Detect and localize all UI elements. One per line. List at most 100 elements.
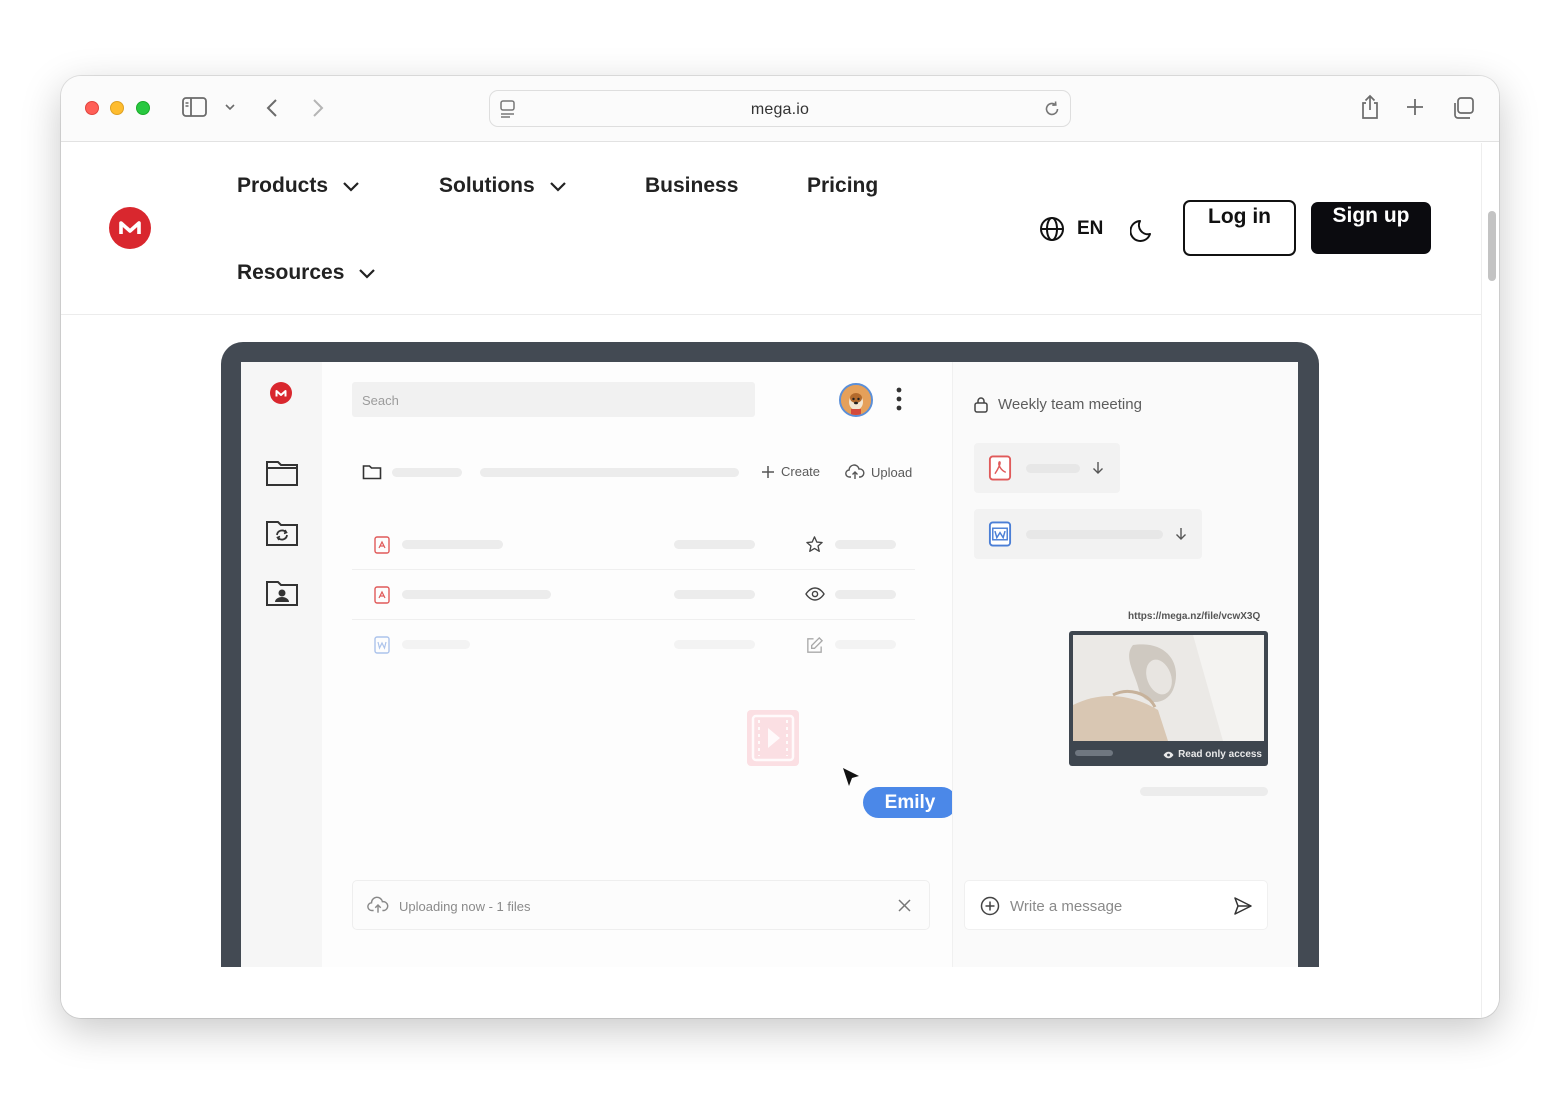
url-text: mega.io bbox=[750, 101, 810, 118]
placeholder-bar bbox=[835, 590, 896, 599]
mockup-chat-panel: Weekly team meeting https://mega.nz/file… bbox=[952, 362, 1298, 967]
nav-business-label: Business bbox=[645, 174, 739, 197]
chevron-down-icon[interactable] bbox=[224, 102, 236, 112]
placeholder-bar bbox=[1026, 530, 1163, 539]
login-button[interactable]: Log in bbox=[1183, 200, 1296, 256]
nav-products[interactable]: Products bbox=[237, 174, 360, 198]
upload-action: Upload bbox=[845, 464, 912, 480]
moon-icon bbox=[1129, 220, 1151, 242]
browser-window: mega.io Products Solutions Business Pric… bbox=[61, 76, 1499, 1018]
more-options-icon bbox=[896, 387, 902, 416]
nav-products-label: Products bbox=[237, 174, 329, 197]
send-icon bbox=[1233, 896, 1253, 921]
star-icon bbox=[805, 535, 824, 559]
upload-status-text: Uploading now - 1 files bbox=[399, 899, 531, 914]
placeholder-bar bbox=[480, 468, 739, 477]
video-file-icon bbox=[747, 710, 799, 766]
back-arrow-icon[interactable] bbox=[264, 97, 280, 119]
new-tab-icon[interactable] bbox=[1405, 97, 1425, 117]
preview-progress-bar bbox=[1075, 750, 1113, 756]
close-window-button[interactable] bbox=[85, 101, 99, 115]
mega-logo[interactable] bbox=[109, 207, 151, 249]
web-page: Products Solutions Business Pricing Reso… bbox=[61, 143, 1481, 1018]
page-scrollbar[interactable] bbox=[1481, 143, 1499, 1018]
reload-icon[interactable] bbox=[1043, 100, 1061, 118]
nav-pricing[interactable]: Pricing bbox=[807, 174, 878, 198]
placeholder-bar bbox=[674, 590, 755, 599]
message-input: Write a message bbox=[964, 880, 1268, 930]
chat-title: Weekly team meeting bbox=[998, 396, 1142, 413]
chevron-down-icon bbox=[359, 269, 376, 279]
chevron-down-icon bbox=[343, 182, 359, 192]
nav-business[interactable]: Business bbox=[645, 174, 738, 198]
placeholder-bar bbox=[674, 540, 755, 549]
word-file-icon bbox=[988, 521, 1012, 552]
globe-icon bbox=[1040, 217, 1064, 241]
mega-logo bbox=[270, 382, 292, 404]
cloud-upload-icon bbox=[845, 464, 865, 479]
app-mockup-device: Seach Create Upload Emily Uploading now … bbox=[221, 342, 1319, 967]
minimize-window-button[interactable] bbox=[110, 101, 124, 115]
search-placeholder: Seach bbox=[362, 393, 399, 408]
mouse-cursor-icon bbox=[841, 766, 861, 793]
row-divider bbox=[352, 619, 915, 620]
scrollbar-thumb[interactable] bbox=[1488, 211, 1496, 281]
read-only-badge: Read only access bbox=[1163, 749, 1262, 760]
user-avatar bbox=[839, 383, 873, 417]
sidebar-toggle-icon[interactable] bbox=[182, 96, 208, 118]
cloud-upload-icon bbox=[367, 896, 389, 919]
pdf-file-icon bbox=[988, 455, 1012, 486]
language-label: EN bbox=[1077, 218, 1104, 239]
nav-resources-label: Resources bbox=[237, 261, 345, 284]
mockup-sidebar bbox=[241, 362, 322, 967]
shared-folder-icon bbox=[265, 578, 299, 613]
signup-button[interactable]: Sign up bbox=[1311, 202, 1431, 254]
eye-icon bbox=[1163, 751, 1174, 758]
dark-mode-toggle[interactable] bbox=[1129, 217, 1156, 248]
app-mockup-screen: Seach Create Upload Emily Uploading now … bbox=[241, 362, 1298, 967]
sync-folder-icon bbox=[265, 518, 299, 553]
placeholder-bar bbox=[835, 540, 896, 549]
chevron-down-icon bbox=[549, 182, 566, 192]
placeholder-bar bbox=[1026, 464, 1080, 473]
placeholder-bar bbox=[835, 640, 896, 649]
link-preview-card: Read only access bbox=[1069, 631, 1268, 766]
read-only-label: Read only access bbox=[1178, 749, 1262, 760]
word-file-icon bbox=[374, 636, 390, 659]
nav-solutions-label: Solutions bbox=[439, 174, 535, 197]
word-attachment bbox=[974, 509, 1202, 559]
chat-header: Weekly team meeting bbox=[973, 396, 1142, 413]
folder-icon bbox=[265, 458, 299, 493]
plus-icon bbox=[762, 465, 774, 478]
edit-icon bbox=[805, 636, 824, 660]
eye-icon bbox=[805, 587, 825, 606]
language-selector[interactable]: EN bbox=[1039, 216, 1103, 242]
placeholder-bar bbox=[392, 468, 462, 477]
upload-status-bar: Uploading now - 1 files bbox=[352, 880, 930, 930]
address-bar[interactable]: mega.io bbox=[489, 90, 1071, 127]
close-icon bbox=[897, 898, 912, 918]
pdf-file-icon bbox=[374, 536, 390, 559]
upload-label: Upload bbox=[871, 464, 913, 480]
download-icon bbox=[1091, 460, 1105, 481]
placeholder-bar bbox=[402, 540, 503, 549]
collaborator-cursor-label: Emily bbox=[863, 787, 957, 818]
placeholder-bar bbox=[674, 640, 755, 649]
zoom-window-button[interactable] bbox=[136, 101, 150, 115]
row-divider bbox=[352, 569, 915, 570]
nav-pricing-label: Pricing bbox=[807, 174, 879, 197]
share-icon[interactable] bbox=[1359, 94, 1381, 120]
placeholder-bar bbox=[402, 590, 551, 599]
nav-solutions[interactable]: Solutions bbox=[439, 174, 567, 198]
nav-resources[interactable]: Resources bbox=[237, 261, 376, 285]
pdf-file-icon bbox=[374, 586, 390, 609]
forward-arrow-icon[interactable] bbox=[310, 97, 326, 119]
add-circle-icon bbox=[980, 896, 1000, 921]
tab-overview-icon[interactable] bbox=[1451, 96, 1475, 120]
mockup-search-input: Seach bbox=[352, 382, 755, 417]
lock-icon bbox=[974, 397, 988, 413]
preview-image bbox=[1073, 635, 1264, 741]
share-link-text: https://mega.nz/file/vcwX3Q bbox=[1128, 611, 1261, 622]
placeholder-bar bbox=[402, 640, 470, 649]
folder-icon bbox=[362, 464, 382, 485]
